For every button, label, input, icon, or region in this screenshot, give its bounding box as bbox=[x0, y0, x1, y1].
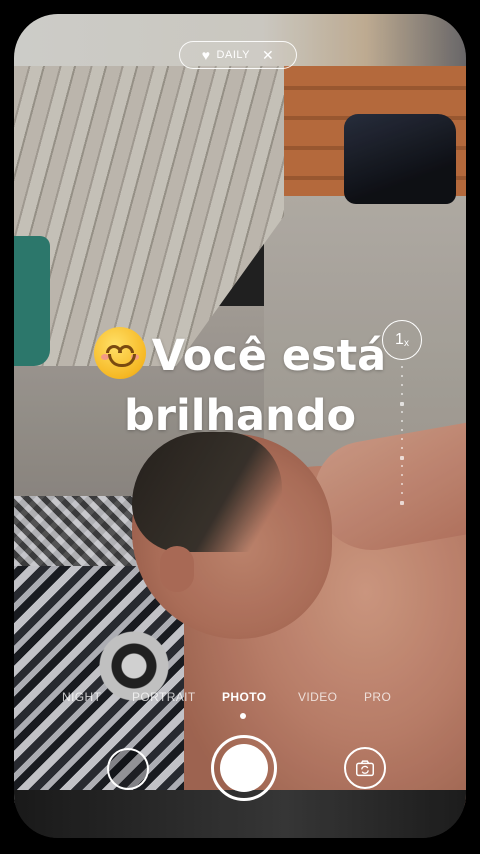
mode-video[interactable]: VIDEO bbox=[298, 690, 337, 704]
zoom-tick bbox=[401, 384, 403, 386]
zoom-slider[interactable] bbox=[400, 366, 404, 516]
zoom-unit: x bbox=[403, 337, 409, 349]
zoom-tick bbox=[401, 393, 403, 395]
zoom-tick bbox=[401, 411, 403, 413]
gallery-thumbnail-button[interactable] bbox=[107, 748, 149, 790]
zoom-button[interactable]: 1x bbox=[382, 320, 422, 360]
zoom-tick bbox=[401, 492, 403, 494]
zoom-tick bbox=[401, 474, 403, 476]
zoom-tick bbox=[401, 429, 403, 431]
zoom-tick bbox=[401, 438, 403, 440]
headline-line-1: Você está bbox=[151, 331, 387, 381]
shutter-button[interactable] bbox=[211, 735, 277, 801]
zoom-tick bbox=[400, 456, 404, 460]
zoom-tick bbox=[401, 375, 403, 377]
zoom-tick bbox=[401, 366, 403, 368]
zoom-tick bbox=[401, 447, 403, 449]
mode-pro[interactable]: PRO bbox=[364, 690, 391, 704]
zoom-tick bbox=[400, 501, 404, 505]
headline-line-2: brilhando bbox=[123, 391, 357, 441]
camera-mode-selector: NIGHT PORTRAIT PHOTO VIDEO PRO bbox=[0, 690, 480, 710]
zoom-tick bbox=[401, 420, 403, 422]
mode-photo[interactable]: PHOTO bbox=[222, 690, 266, 704]
zoom-tick bbox=[401, 465, 403, 467]
shutter-icon bbox=[220, 744, 268, 792]
mode-portrait[interactable]: PORTRAIT bbox=[132, 690, 196, 704]
headline-text: Você está brilhando bbox=[60, 326, 420, 446]
daily-badge[interactable]: ♥ DAILY ✕ bbox=[179, 41, 297, 69]
camera-flip-button[interactable] bbox=[344, 747, 386, 789]
camera-flip-icon bbox=[356, 760, 374, 777]
heart-icon: ♥ bbox=[201, 47, 211, 63]
daily-label: DAILY bbox=[216, 49, 251, 61]
zoom-tick bbox=[400, 402, 404, 406]
zoom-tick bbox=[401, 483, 403, 485]
mode-night[interactable]: NIGHT bbox=[62, 690, 101, 704]
close-icon[interactable]: ✕ bbox=[262, 47, 274, 64]
zoom-value: 1 bbox=[395, 331, 404, 348]
smiling-face-icon bbox=[93, 327, 146, 379]
active-mode-indicator bbox=[240, 713, 246, 719]
